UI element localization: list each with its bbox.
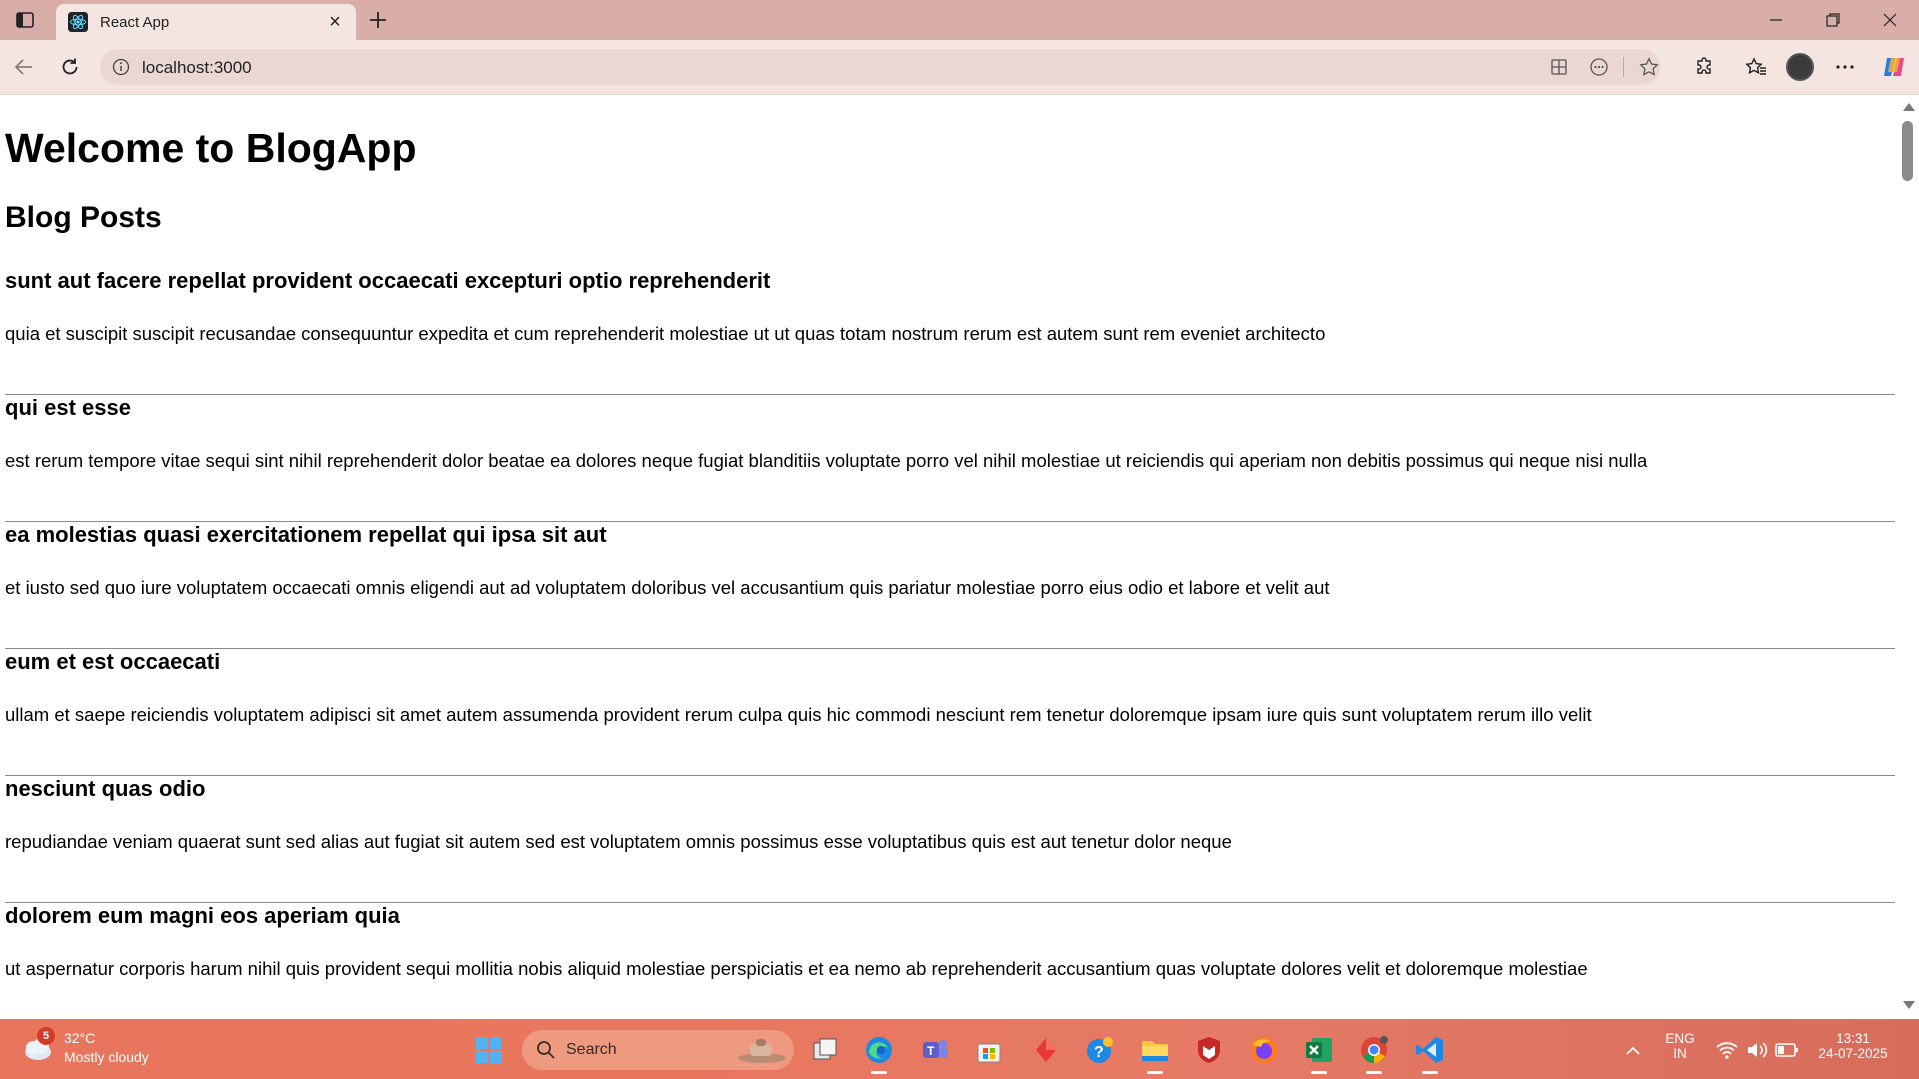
active-indicator — [871, 1071, 887, 1074]
back-icon[interactable] — [8, 51, 40, 83]
info-icon[interactable] — [110, 56, 132, 78]
favorites-icon[interactable] — [1740, 51, 1772, 83]
post-title: eum et est occaecati — [5, 649, 221, 674]
refresh-icon[interactable] — [54, 51, 86, 83]
weather-widget[interactable]: 5 32°C Mostly cloudy — [20, 1027, 200, 1069]
divider — [1623, 57, 1624, 77]
post-body: et iusto sed quo iure voluptatem occaeca… — [5, 577, 1330, 598]
task-view-icon[interactable] — [808, 1033, 842, 1067]
weather-temperature: 32°C — [64, 1030, 96, 1046]
blog-post: sunt aut facere repellat provident occae… — [5, 268, 1895, 395]
extensions-icon[interactable] — [1688, 51, 1720, 83]
restore-icon[interactable] — [1805, 0, 1861, 40]
app-icon[interactable] — [1029, 1033, 1063, 1067]
address-bar[interactable]: localhost:3000 — [100, 49, 1660, 85]
post-title: sunt aut facere repellat provident occae… — [5, 268, 771, 293]
edge-icon[interactable] — [862, 1033, 896, 1067]
clock[interactable]: 13:31 24-07-2025 — [1808, 1031, 1898, 1061]
chrome-icon[interactable] — [1357, 1033, 1391, 1067]
sidebar-icon[interactable] — [12, 8, 38, 32]
active-indicator — [1422, 1071, 1438, 1074]
firefox-icon[interactable] — [1247, 1033, 1281, 1067]
clock-time: 13:31 — [1836, 1031, 1870, 1046]
language-indicator[interactable]: ENG IN — [1662, 1031, 1698, 1061]
post-title: dolorem eum magni eos aperiam quia — [5, 903, 400, 928]
close-icon[interactable]: × — [322, 9, 348, 35]
profile-avatar[interactable] — [1786, 53, 1814, 81]
post-body: ut aspernatur corporis harum nihil quis … — [5, 958, 1588, 979]
blog-post: nesciunt quas odio repudiandae veniam qu… — [5, 776, 1895, 903]
clock-date: 24-07-2025 — [1818, 1046, 1888, 1061]
post-body: est rerum tempore vitae sequi sint nihil… — [5, 450, 1648, 471]
more-icon[interactable] — [1829, 51, 1861, 83]
active-indicator — [1311, 1071, 1327, 1074]
star-icon[interactable] — [1637, 55, 1661, 79]
svg-text:T: T — [927, 1044, 935, 1058]
language-code: ENG — [1665, 1031, 1695, 1046]
page-title: Welcome to BlogApp — [5, 125, 417, 171]
blog-post: qui est esse est rerum tempore vitae seq… — [5, 395, 1895, 522]
excel-icon[interactable] — [1302, 1033, 1336, 1067]
title-bar: React App × — [0, 0, 1919, 40]
scroll-up-arrow[interactable] — [1903, 103, 1915, 111]
page-viewport: Welcome to BlogApp Blog Posts sunt aut f… — [0, 94, 1919, 1019]
help-icon[interactable]: ? — [1083, 1033, 1117, 1067]
teams-icon[interactable]: T — [918, 1033, 952, 1067]
browser-toolbar: localhost:3000 — [0, 40, 1919, 94]
wifi-icon[interactable] — [1710, 1033, 1744, 1067]
active-indicator — [1147, 1071, 1163, 1074]
windows-start-icon[interactable] — [472, 1033, 506, 1067]
weather-description: Mostly cloudy — [64, 1049, 149, 1065]
search-highlight-image — [738, 1039, 786, 1063]
window-close-icon[interactable] — [1862, 0, 1918, 40]
read-aloud-icon[interactable] — [1587, 55, 1611, 79]
browser-tab[interactable]: React App × — [56, 4, 356, 40]
file-explorer-icon[interactable] — [1138, 1033, 1172, 1067]
react-favicon — [68, 12, 88, 32]
blog-post: eum et est occaecati ullam et saepe reic… — [5, 649, 1895, 776]
active-indicator — [1366, 1071, 1382, 1074]
notification-badge: 5 — [37, 1027, 55, 1045]
search-label: Search — [566, 1041, 617, 1058]
post-body: quia et suscipit suscipit recusandae con… — [5, 323, 1326, 344]
post-body: repudiandae veniam quaerat sunt sed alia… — [5, 831, 1232, 852]
mcafee-icon[interactable] — [1192, 1033, 1226, 1067]
vscode-icon[interactable] — [1413, 1033, 1447, 1067]
scroll-down-arrow[interactable] — [1903, 1001, 1915, 1009]
post-body: ullam et saepe reiciendis voluptatem adi… — [5, 704, 1592, 725]
blog-post: dolorem eum magni eos aperiam quia ut as… — [5, 903, 1895, 1019]
section-heading: Blog Posts — [5, 201, 162, 234]
chevron-up-icon[interactable] — [1616, 1033, 1650, 1067]
post-title: qui est esse — [5, 395, 131, 420]
battery-icon[interactable] — [1770, 1033, 1804, 1067]
split-screen-icon[interactable] — [1547, 55, 1571, 79]
store-icon[interactable] — [972, 1033, 1006, 1067]
taskbar: 5 32°C Mostly cloudy Search T ? ENG IN 1… — [0, 1019, 1919, 1079]
taskbar-search[interactable]: Search — [522, 1030, 794, 1070]
url-text[interactable]: localhost:3000 — [142, 58, 252, 78]
copilot-icon[interactable] — [1878, 51, 1910, 83]
region-code: IN — [1673, 1046, 1687, 1061]
plus-icon[interactable] — [364, 6, 392, 34]
scrollbar[interactable] — [1897, 95, 1919, 1019]
scroll-thumb[interactable] — [1902, 121, 1913, 181]
volume-icon[interactable] — [1740, 1033, 1774, 1067]
tab-title: React App — [100, 13, 170, 31]
search-icon — [537, 1041, 555, 1059]
svg-text:?: ? — [1094, 1044, 1104, 1061]
post-title: nesciunt quas odio — [5, 776, 206, 801]
post-title: ea molestias quasi exercitationem repell… — [5, 522, 607, 547]
minimize-icon[interactable] — [1748, 0, 1804, 40]
blog-post: ea molestias quasi exercitationem repell… — [5, 522, 1895, 649]
